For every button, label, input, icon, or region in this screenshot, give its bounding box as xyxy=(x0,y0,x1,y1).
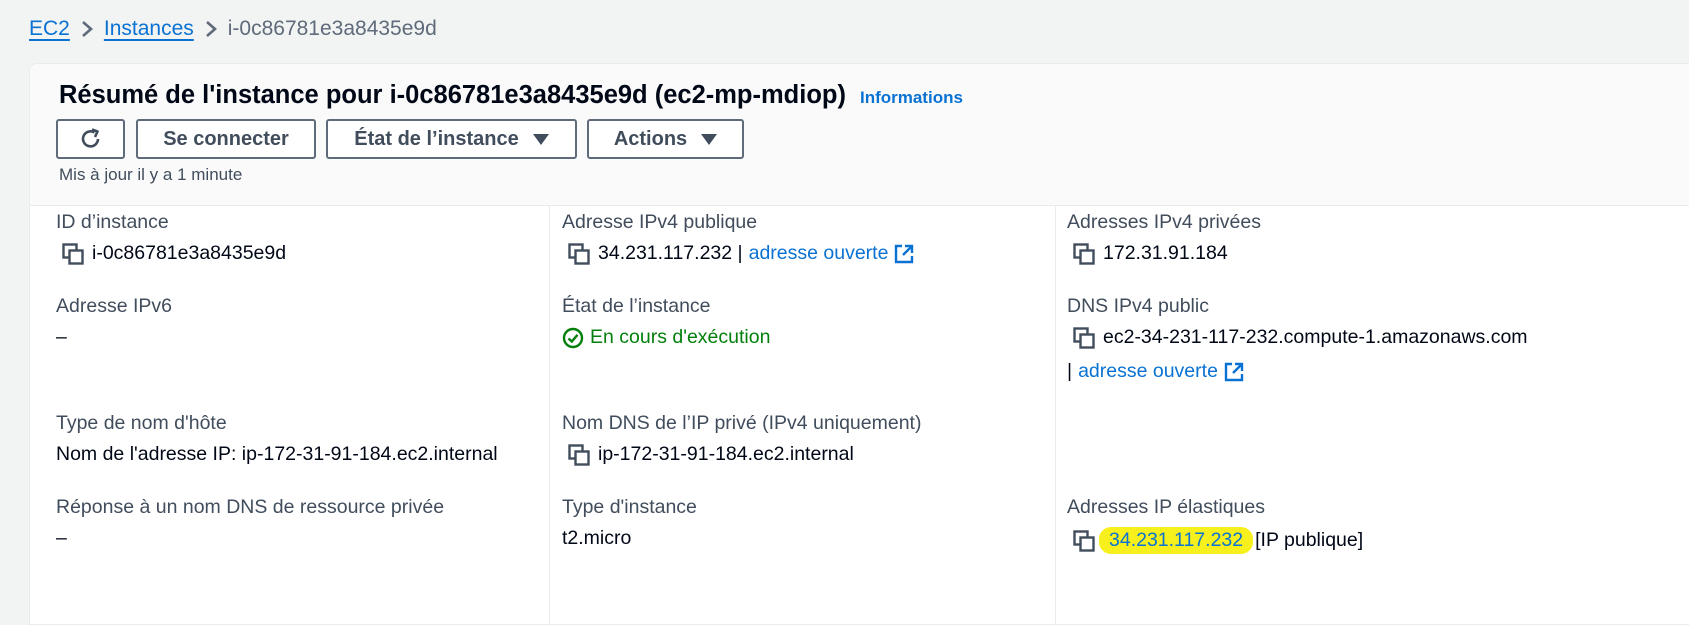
caret-down-icon xyxy=(532,133,549,145)
copy-icon[interactable] xyxy=(568,443,590,466)
field-instance-state: État de l’instance En cours d'exécution xyxy=(562,295,770,349)
public-ipv4-value: 34.231.117.232 | xyxy=(598,242,743,264)
column-divider xyxy=(1055,206,1056,624)
separator-text: | xyxy=(1067,360,1073,382)
breadcrumb-current: i-0c86781e3a8435e9d xyxy=(227,17,437,40)
elastic-ip-suffix: [IP publique] xyxy=(1255,529,1364,551)
last-updated-text: Mis à jour il y a 1 minute xyxy=(59,165,243,184)
field-label: Adresses IP élastiques xyxy=(1067,496,1265,518)
copy-icon[interactable] xyxy=(1073,326,1095,349)
instance-state-value: En cours d'exécution xyxy=(590,326,771,348)
refresh-button[interactable] xyxy=(56,119,125,159)
field-ipv6: Adresse IPv6 – xyxy=(56,295,172,349)
title-row: Résumé de l'instance pour i-0c86781e3a84… xyxy=(59,81,963,110)
actions-button-label: Actions xyxy=(613,127,688,150)
open-dns-address-link[interactable]: adresse ouverte xyxy=(1078,360,1218,383)
hostname-type-value: Nom de l'adresse IP: ip-172-31-91-184.ec… xyxy=(56,443,498,465)
external-link-icon[interactable] xyxy=(894,244,914,264)
copy-icon[interactable] xyxy=(1073,529,1095,552)
instance-id-value: i-0c86781e3a8435e9d xyxy=(92,242,287,264)
chevron-right-icon xyxy=(194,14,228,44)
connect-button-label: Se connecter xyxy=(163,127,289,150)
field-label: Adresses IPv4 privées xyxy=(1067,211,1262,233)
field-private-dns-answer: Réponse à un nom DNS de ressource privée… xyxy=(56,496,444,550)
caret-down-icon xyxy=(701,133,718,145)
field-private-ipv4: Adresses IPv4 privées 172.31.91.184 xyxy=(1067,211,1261,265)
field-public-ipv4: Adresse IPv4 publique 34.231.117.232 | a… xyxy=(562,211,914,265)
copy-icon[interactable] xyxy=(568,242,590,265)
field-public-dns: DNS IPv4 public ec2-34-231-117-232.compu… xyxy=(1067,295,1528,383)
copy-icon[interactable] xyxy=(62,242,84,265)
instance-state-button[interactable]: État de l’instance xyxy=(326,119,577,159)
field-label: Nom DNS de l’IP privé (IPv4 uniquement) xyxy=(562,412,922,434)
private-ip-dns-value: ip-172-31-91-184.ec2.internal xyxy=(598,443,854,465)
field-hostname-type: Type de nom d'hôte Nom de l'adresse IP: … xyxy=(56,412,498,466)
field-private-ip-dns: Nom DNS de l’IP privé (IPv4 uniquement) … xyxy=(562,412,921,466)
column-divider xyxy=(549,206,550,624)
private-ipv4-value: 172.31.91.184 xyxy=(1103,242,1228,264)
check-circle-icon xyxy=(562,327,584,349)
field-label: DNS IPv4 public xyxy=(1067,295,1209,317)
refresh-icon xyxy=(78,126,104,152)
actions-button[interactable]: Actions xyxy=(587,119,744,159)
field-label: Adresse IPv4 publique xyxy=(562,211,758,233)
field-label: Type de nom d'hôte xyxy=(56,412,227,434)
field-label: État de l’instance xyxy=(562,295,711,317)
connect-button[interactable]: Se connecter xyxy=(136,119,316,159)
instance-summary-panel: Résumé de l'instance pour i-0c86781e3a84… xyxy=(29,63,1689,625)
open-address-link[interactable]: adresse ouverte xyxy=(749,242,889,265)
info-link[interactable]: Informations xyxy=(860,88,963,108)
breadcrumb-ec2[interactable]: EC2 xyxy=(29,17,70,41)
chevron-right-icon xyxy=(70,14,104,44)
field-label: Type d'instance xyxy=(562,496,697,518)
instance-type-value: t2.micro xyxy=(562,527,632,549)
private-dns-answer-value: – xyxy=(56,527,67,549)
copy-icon[interactable] xyxy=(1073,242,1095,265)
field-label: Adresse IPv6 xyxy=(56,295,172,317)
instance-state-button-label: État de l’instance xyxy=(354,127,519,150)
field-elastic-ip: Adresses IP élastiques 34.231.117.232 [I… xyxy=(1067,496,1363,554)
public-dns-value: ec2-34-231-117-232.compute-1.amazonaws.c… xyxy=(1103,326,1528,348)
page-title: Résumé de l'instance pour i-0c86781e3a84… xyxy=(59,81,846,109)
field-label: ID d’instance xyxy=(56,211,169,233)
ipv6-value: – xyxy=(56,326,67,348)
external-link-icon[interactable] xyxy=(1224,362,1244,382)
field-label: Réponse à un nom DNS de ressource privée xyxy=(56,496,445,518)
elastic-ip-link[interactable]: 34.231.117.232 xyxy=(1099,527,1254,554)
field-instance-id: ID d’instance i-0c86781e3a8435e9d xyxy=(56,211,286,265)
breadcrumb: EC2 Instances i-0c86781e3a8435e9d xyxy=(29,14,437,44)
panel-header: Résumé de l'instance pour i-0c86781e3a84… xyxy=(30,64,1689,206)
breadcrumb-instances[interactable]: Instances xyxy=(104,17,194,41)
field-instance-type: Type d'instance t2.micro xyxy=(562,496,697,550)
